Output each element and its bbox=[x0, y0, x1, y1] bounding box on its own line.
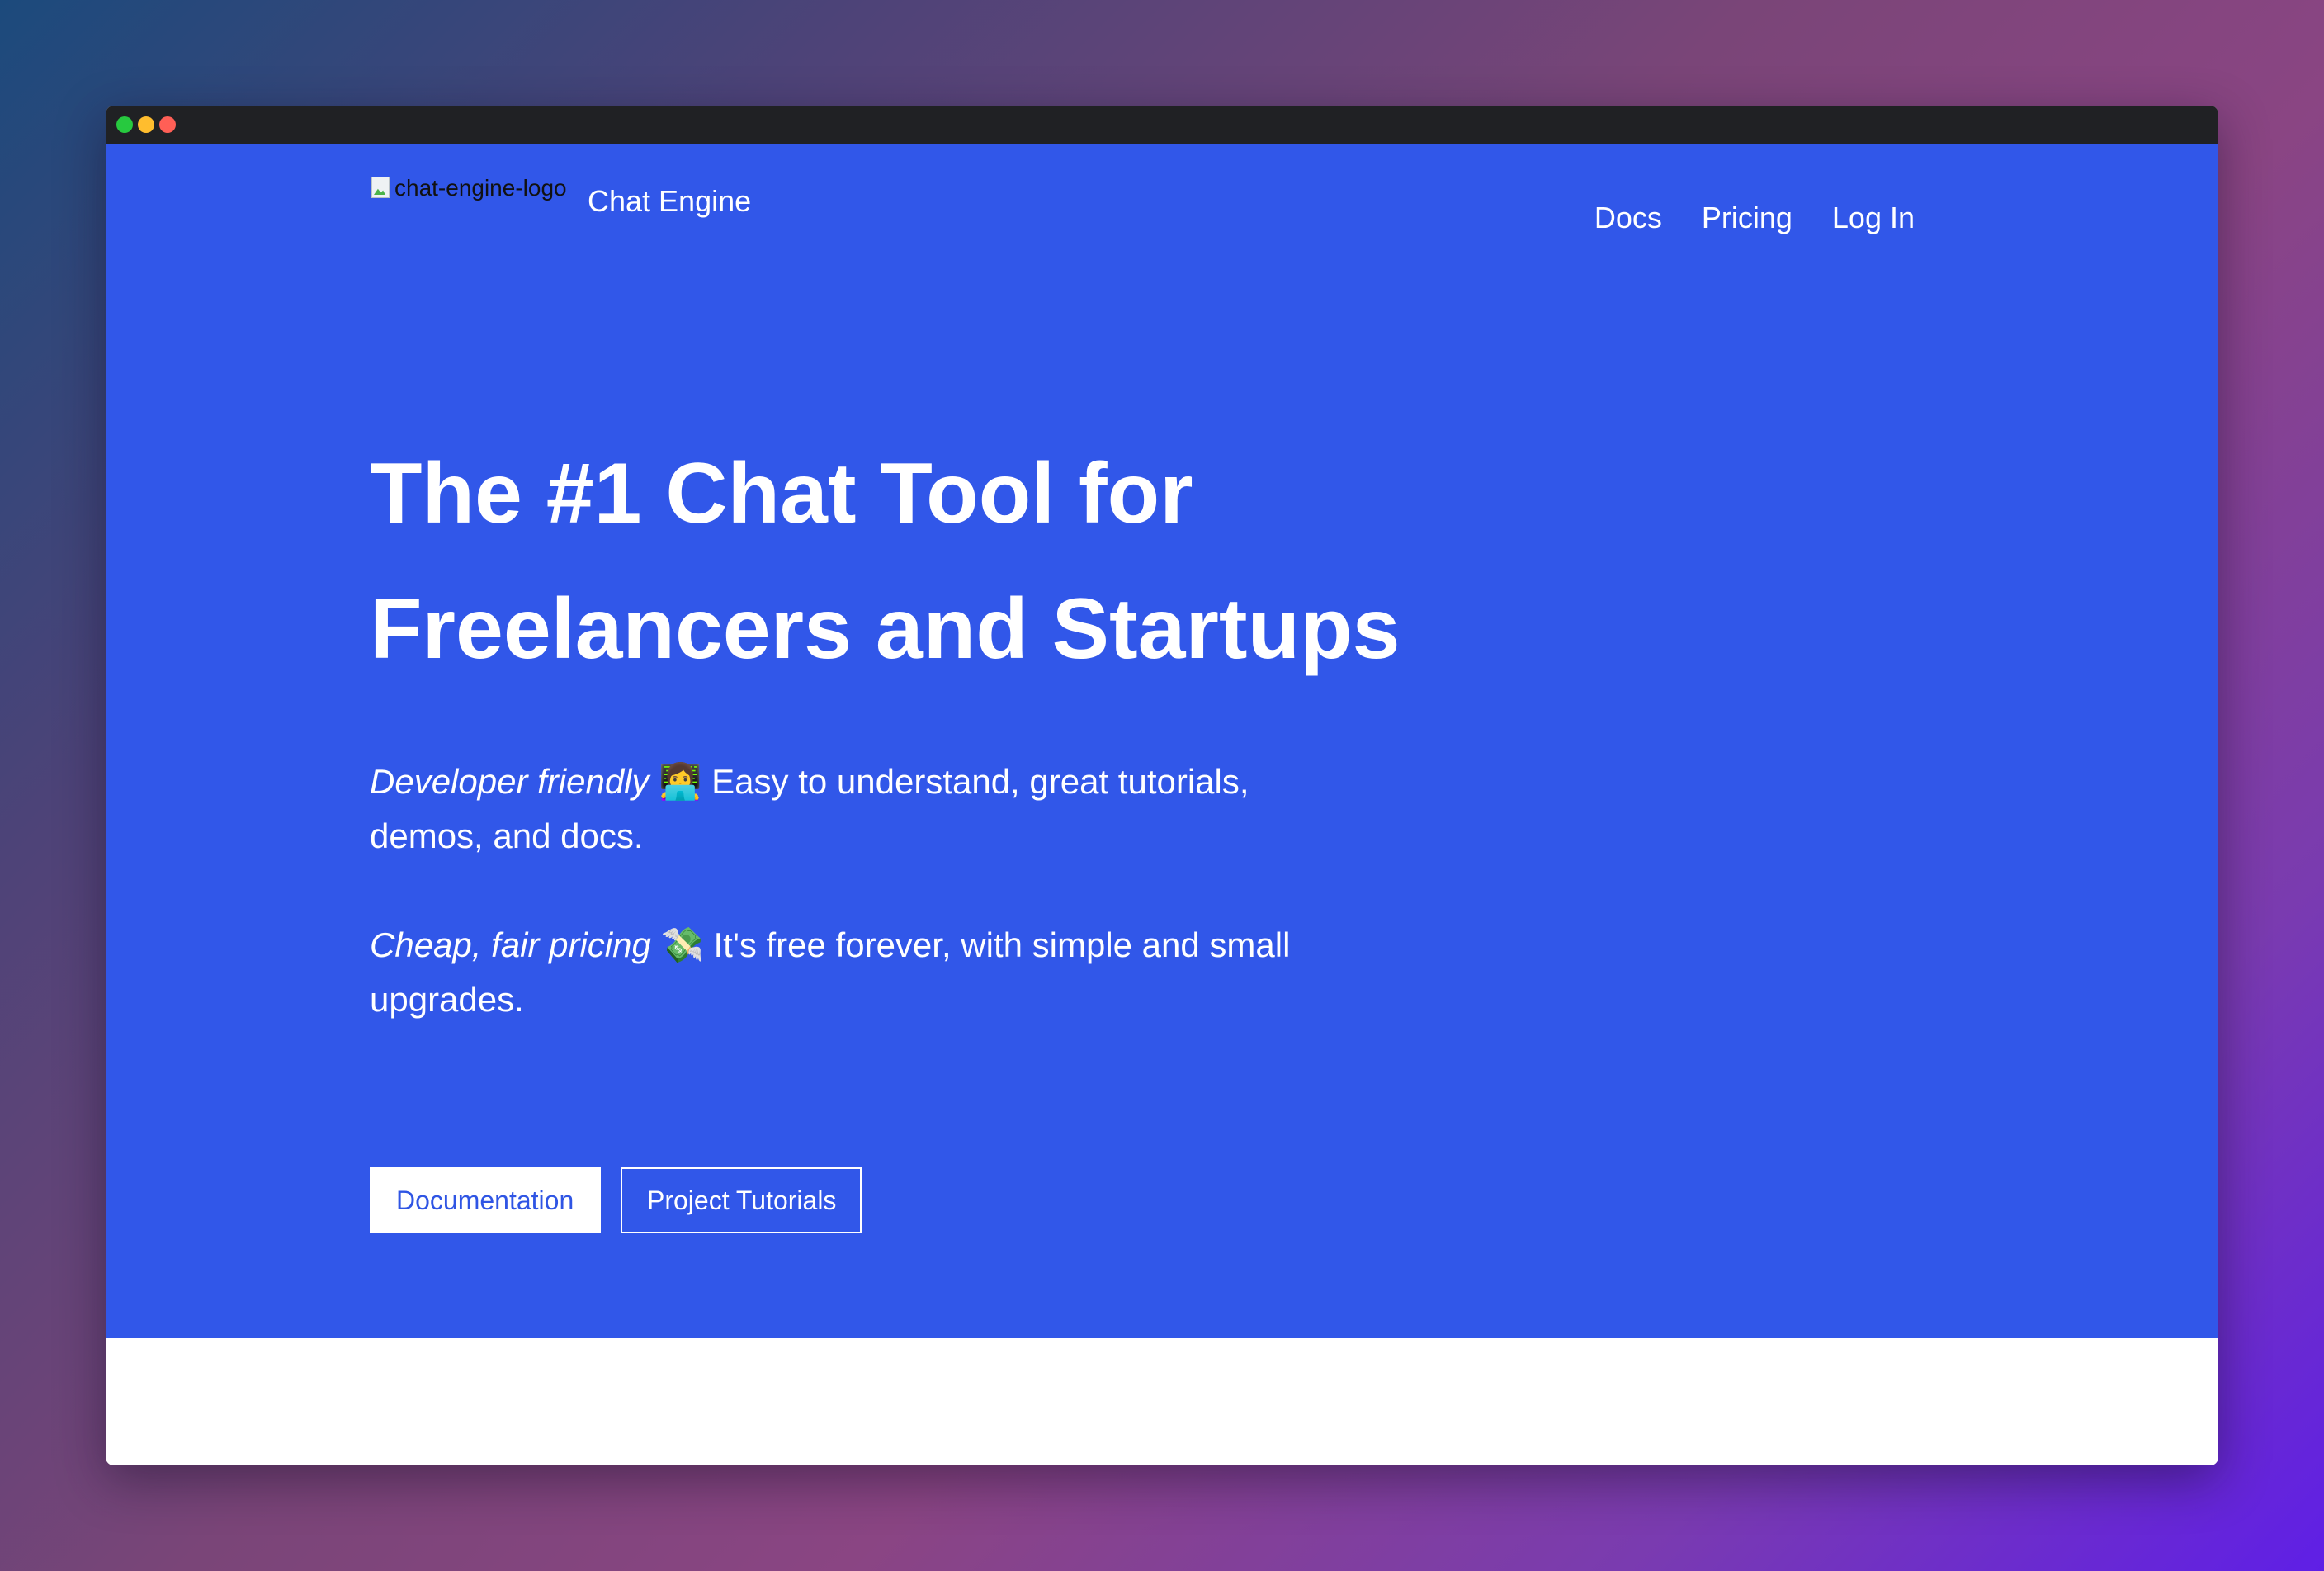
money-emoji-icon: 💸 bbox=[660, 925, 704, 964]
broken-image-icon bbox=[370, 175, 394, 200]
feature-1-emphasis: Developer friendly bbox=[370, 762, 649, 801]
top-navigation: Docs Pricing Log In bbox=[1594, 200, 1915, 236]
window-maximize-button[interactable] bbox=[116, 116, 133, 133]
nav-link-log-in[interactable]: Log In bbox=[1832, 200, 1915, 236]
headline-line-1: The #1 Chat Tool for bbox=[370, 446, 1193, 542]
feature-fair-pricing: Cheap, fair pricing 💸 It's free forever,… bbox=[370, 918, 1294, 1027]
window-minimize-button[interactable] bbox=[138, 116, 154, 133]
window-titlebar bbox=[106, 106, 2218, 144]
hero-headline: The #1 Chat Tool for Freelancers and Sta… bbox=[370, 426, 1608, 697]
headline-line-2: Freelancers and Startups bbox=[370, 581, 1401, 677]
feature-2-emphasis: Cheap, fair pricing bbox=[370, 925, 651, 964]
content-below-hero bbox=[106, 1338, 2218, 1465]
chat-engine-logo[interactable]: chat-engine-logo bbox=[370, 175, 567, 205]
logo-alt-text: chat-engine-logo bbox=[394, 175, 567, 201]
window-close-button[interactable] bbox=[159, 116, 176, 133]
brand-name[interactable]: Chat Engine bbox=[588, 183, 751, 220]
hero-section: chat-engine-logo Chat Engine Docs Pricin… bbox=[106, 144, 2218, 1338]
feature-developer-friendly: Developer friendly 👩‍💻 Easy to understan… bbox=[370, 755, 1294, 864]
developer-emoji-icon: 👩‍💻 bbox=[659, 762, 702, 801]
nav-link-pricing[interactable]: Pricing bbox=[1702, 200, 1793, 236]
browser-window: chat-engine-logo Chat Engine Docs Pricin… bbox=[106, 106, 2218, 1465]
documentation-button[interactable]: Documentation bbox=[370, 1167, 601, 1233]
nav-link-docs[interactable]: Docs bbox=[1594, 200, 1662, 236]
project-tutorials-button[interactable]: Project Tutorials bbox=[621, 1167, 862, 1233]
